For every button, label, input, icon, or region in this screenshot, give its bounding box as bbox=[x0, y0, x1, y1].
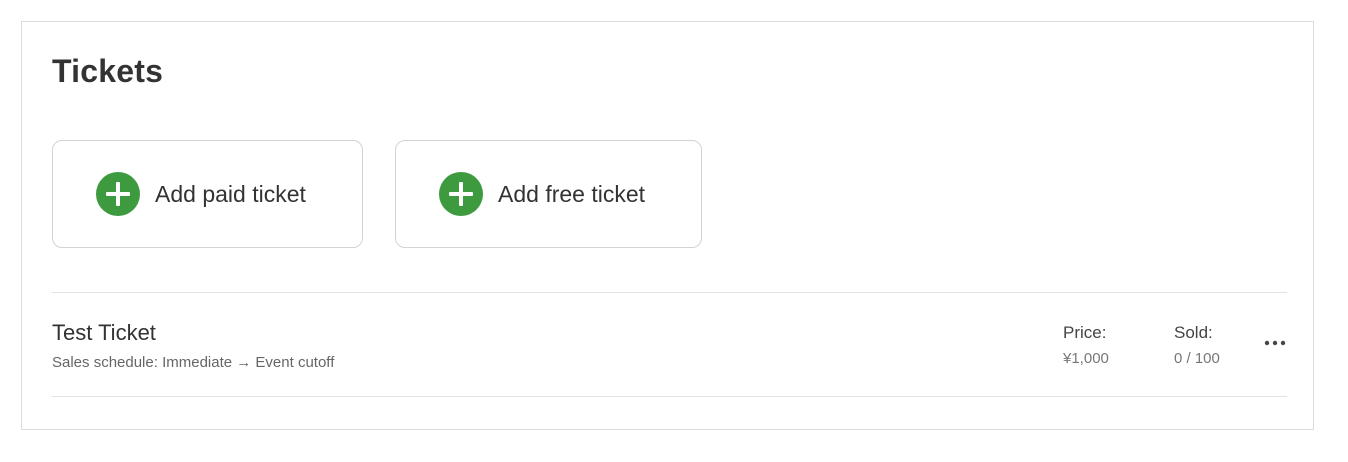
ticket-name: Test Ticket bbox=[52, 320, 156, 345]
price-label: Price: bbox=[1063, 323, 1107, 342]
tickets-panel: Tickets Add paid ticket Add free ticket … bbox=[21, 21, 1314, 430]
ticket-list-divider-top bbox=[52, 292, 1287, 293]
add-free-ticket-button[interactable]: Add free ticket bbox=[395, 140, 702, 248]
price-value: ¥1,000 bbox=[1063, 350, 1109, 367]
plus-circle-icon bbox=[96, 172, 140, 216]
more-horizontal-icon bbox=[1264, 340, 1286, 346]
ticket-list-divider-bottom bbox=[52, 396, 1287, 397]
add-paid-ticket-label: Add paid ticket bbox=[155, 180, 306, 207]
plus-circle-icon bbox=[439, 172, 483, 216]
add-paid-ticket-button[interactable]: Add paid ticket bbox=[52, 140, 363, 248]
ticket-more-options-button[interactable] bbox=[1260, 328, 1290, 358]
page-title: Tickets bbox=[52, 53, 164, 89]
sold-value: 0 / 100 bbox=[1174, 350, 1220, 367]
add-free-ticket-label: Add free ticket bbox=[498, 180, 646, 207]
sold-label: Sold: bbox=[1174, 323, 1213, 342]
ticket-sales-schedule: Sales schedule: Immediate → Event cutoff bbox=[52, 354, 335, 371]
